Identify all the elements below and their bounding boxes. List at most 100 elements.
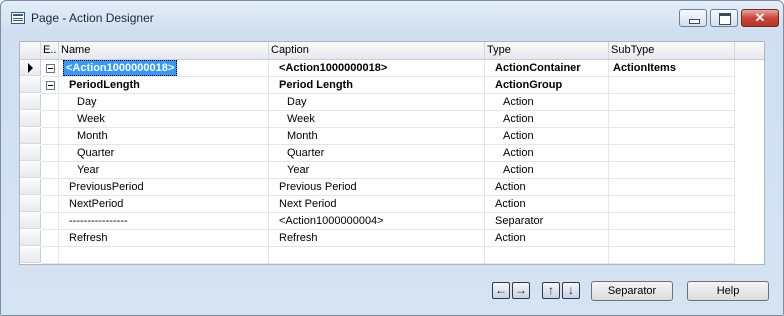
type-cell[interactable]: Action	[485, 94, 609, 111]
action-grid[interactable]: E.. Name Caption Type SubType <Action100…	[19, 41, 765, 265]
subtype-cell[interactable]	[609, 230, 735, 247]
title-bar[interactable]: Page - Action Designer ✕	[1, 1, 783, 35]
header-name[interactable]: Name	[59, 42, 269, 59]
expand-cell	[41, 60, 59, 77]
empty-cell[interactable]	[269, 247, 485, 264]
caption-cell[interactable]: Refresh	[269, 230, 485, 247]
empty-cell[interactable]	[609, 247, 735, 264]
name-cell[interactable]: Refresh	[59, 230, 269, 247]
table-row[interactable]: Day Day Action	[20, 94, 764, 111]
name-cell[interactable]: Day	[59, 94, 269, 111]
type-cell-text: ActionGroup	[495, 79, 563, 91]
type-cell[interactable]: Action	[485, 162, 609, 179]
subtype-cell[interactable]	[609, 77, 735, 94]
caption-cell[interactable]: Previous Period	[269, 179, 485, 196]
caption-cell[interactable]: Year	[269, 162, 485, 179]
table-row[interactable]: Week Week Action	[20, 111, 764, 128]
name-cell[interactable]: Month	[59, 128, 269, 145]
collapse-icon[interactable]	[46, 64, 55, 73]
table-row[interactable]: Year Year Action	[20, 162, 764, 179]
type-cell[interactable]: Action	[485, 111, 609, 128]
row-selector[interactable]	[20, 179, 41, 195]
row-selector[interactable]	[20, 145, 41, 161]
subtype-cell[interactable]	[609, 162, 735, 179]
subtype-cell[interactable]	[609, 213, 735, 230]
name-cell-text: Year	[77, 164, 100, 176]
caption-cell[interactable]: Quarter	[269, 145, 485, 162]
header-subtype[interactable]: SubType	[609, 42, 735, 59]
name-cell[interactable]: PreviousPeriod	[59, 179, 269, 196]
type-cell[interactable]: Action	[485, 230, 609, 247]
name-cell-text: Week	[77, 113, 105, 125]
table-row[interactable]: NextPeriod Next Period Action	[20, 196, 764, 213]
empty-cell[interactable]	[59, 247, 269, 264]
name-cell-text: Month	[77, 130, 108, 142]
subtype-cell[interactable]	[609, 145, 735, 162]
subtype-cell[interactable]	[609, 179, 735, 196]
row-selector[interactable]	[20, 77, 41, 93]
subtype-cell[interactable]	[609, 111, 735, 128]
row-selector[interactable]	[20, 94, 41, 110]
type-cell[interactable]: ActionContainer	[485, 60, 609, 77]
row-selector[interactable]	[20, 128, 41, 144]
header-caption[interactable]: Caption	[269, 42, 485, 59]
table-row[interactable]: <Action1000000018> <Action1000000018> Acti…	[20, 60, 764, 77]
subtype-cell[interactable]: ActionItems	[609, 60, 735, 77]
row-selector[interactable]	[20, 196, 41, 212]
empty-cell[interactable]	[485, 247, 609, 264]
caption-cell[interactable]: <Action1000000018>	[269, 60, 485, 77]
minimize-button[interactable]	[679, 9, 707, 27]
table-row[interactable]: Quarter Quarter Action	[20, 145, 764, 162]
empty-cell[interactable]	[41, 247, 59, 264]
subtype-cell[interactable]	[609, 128, 735, 145]
caption-cell[interactable]: Next Period	[269, 196, 485, 213]
move-up-button[interactable]: ↑	[542, 282, 560, 299]
row-selector[interactable]	[20, 111, 41, 127]
type-cell[interactable]: Action	[485, 145, 609, 162]
caption-cell[interactable]: <Action1000000004>	[269, 213, 485, 230]
header-type[interactable]: Type	[485, 42, 609, 59]
name-cell-text: NextPeriod	[69, 198, 124, 210]
table-row[interactable]: PeriodLength Period Length ActionGroup	[20, 77, 764, 94]
name-cell[interactable]: Year	[59, 162, 269, 179]
help-button[interactable]: Help	[687, 281, 769, 301]
name-cell[interactable]: NextPeriod	[59, 196, 269, 213]
name-cell[interactable]: <Action1000000018>	[59, 60, 269, 77]
type-cell[interactable]: Separator	[485, 213, 609, 230]
name-cell[interactable]: PeriodLength	[59, 77, 269, 94]
subtype-cell[interactable]	[609, 94, 735, 111]
header-expand[interactable]: E..	[41, 42, 59, 59]
table-row[interactable]: PreviousPeriod Previous Period Action	[20, 179, 764, 196]
caption-cell-text: Period Length	[279, 79, 353, 91]
close-button[interactable]: ✕	[741, 9, 779, 27]
caption-cell[interactable]: Period Length	[269, 77, 485, 94]
caption-cell[interactable]: Day	[269, 94, 485, 111]
caption-cell[interactable]: Month	[269, 128, 485, 145]
table-row[interactable]: Refresh Refresh Action	[20, 230, 764, 247]
row-selector[interactable]	[20, 247, 41, 263]
row-selector[interactable]	[20, 162, 41, 178]
move-down-button[interactable]: ↓	[562, 282, 580, 299]
table-row[interactable]: Month Month Action	[20, 128, 764, 145]
empty-row[interactable]	[20, 247, 764, 264]
type-cell[interactable]: ActionGroup	[485, 77, 609, 94]
row-selector[interactable]	[20, 60, 41, 76]
type-cell[interactable]: Action	[485, 128, 609, 145]
row-selector-arrow-icon	[28, 63, 33, 73]
move-left-button[interactable]: ←	[492, 282, 510, 299]
maximize-button[interactable]	[710, 9, 738, 27]
separator-button[interactable]: Separator	[591, 281, 673, 301]
table-row[interactable]: ---------------- <Action1000000004> Separa…	[20, 213, 764, 230]
name-cell[interactable]: ----------------	[59, 213, 269, 230]
row-selector[interactable]	[20, 213, 41, 229]
name-cell[interactable]: Quarter	[59, 145, 269, 162]
type-cell[interactable]: Action	[485, 196, 609, 213]
collapse-icon[interactable]	[46, 81, 55, 90]
caption-cell[interactable]: Week	[269, 111, 485, 128]
type-cell[interactable]: Action	[485, 179, 609, 196]
subtype-cell-text: ActionItems	[613, 62, 676, 74]
name-cell[interactable]: Week	[59, 111, 269, 128]
subtype-cell[interactable]	[609, 196, 735, 213]
row-selector[interactable]	[20, 230, 41, 246]
move-right-button[interactable]: →	[512, 282, 530, 299]
